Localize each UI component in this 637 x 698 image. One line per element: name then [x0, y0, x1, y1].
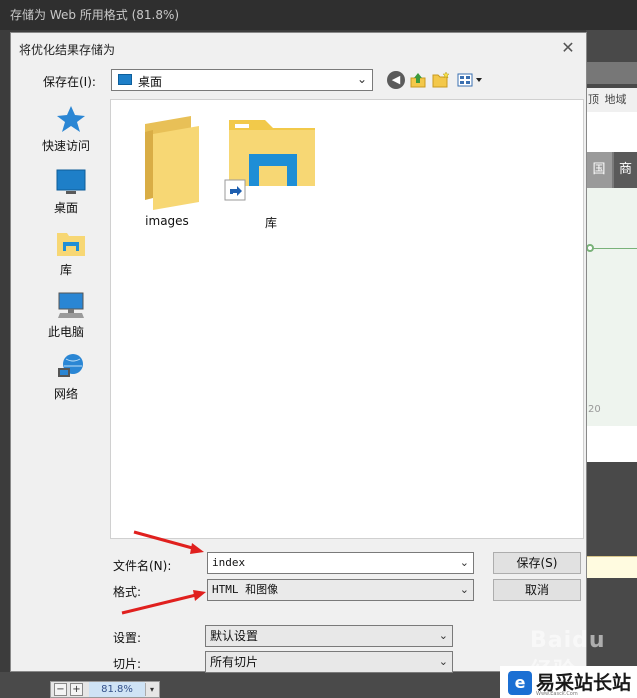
settings-value: 默认设置: [210, 629, 259, 643]
places-bar: 快速访问 桌面 库 此电脑 网络: [22, 103, 110, 533]
chevron-down-icon[interactable]: ⌄: [460, 553, 469, 573]
desktop-icon: [118, 74, 132, 85]
place-quick-access[interactable]: 快速访问: [22, 105, 110, 161]
zoom-in-button[interactable]: +: [70, 683, 83, 696]
place-label: 快速访问: [41, 139, 90, 153]
background-tab: 地域: [604, 93, 627, 106]
folder-icon: [145, 116, 199, 210]
back-icon[interactable]: ◀: [387, 71, 405, 89]
background-nav-item: 国: [586, 152, 612, 188]
site-badge: e 易采站长站 Www.Easck.Com: [500, 666, 637, 698]
up-folder-icon[interactable]: [409, 71, 427, 89]
place-label: 桌面: [53, 201, 78, 215]
place-label: 此电脑: [47, 325, 84, 339]
chevron-down-icon: ⌄: [459, 583, 469, 596]
save-dialog: 将优化结果存储为 ✕ 保存在(I): 桌面 ⌄ ◀ 快速访问 桌面 库 此电脑 …: [10, 32, 587, 673]
zoom-dropdown-icon[interactable]: ▾: [145, 683, 158, 696]
background-nav-item: 商: [614, 152, 637, 188]
filename-field[interactable]: index ⌄: [207, 552, 474, 574]
desktop-icon: [56, 167, 86, 195]
zoom-level[interactable]: 81.8%: [89, 682, 145, 697]
dialog-title: 将优化结果存储为: [19, 43, 116, 57]
site-logo-icon: e: [508, 671, 532, 695]
slices-label: 切片:: [113, 657, 142, 671]
file-name: images: [145, 214, 189, 228]
save-in-dropdown[interactable]: 桌面 ⌄: [111, 69, 373, 91]
place-desktop[interactable]: 桌面: [22, 167, 110, 223]
place-library[interactable]: 库: [22, 229, 110, 285]
zoom-control[interactable]: − + 81.8% ▾: [50, 681, 160, 698]
file-list[interactable]: images 库: [110, 99, 584, 539]
new-folder-icon[interactable]: [432, 71, 450, 89]
filename-label: 文件名(N):: [113, 559, 172, 573]
format-dropdown[interactable]: HTML 和图像 ⌄: [207, 579, 474, 601]
background-panel-header: [586, 62, 637, 84]
file-name: 库: [264, 216, 277, 230]
format-value: HTML 和图像: [212, 583, 279, 596]
format-label: 格式:: [113, 585, 142, 599]
filename-value: index: [212, 556, 246, 569]
zoom-out-button[interactable]: −: [54, 683, 67, 696]
library-icon: [224, 120, 315, 201]
slices-value: 所有切片: [210, 655, 259, 669]
background-tab: 顶: [588, 93, 599, 106]
place-label: 库: [59, 263, 72, 277]
save-button[interactable]: 保存(S): [493, 552, 581, 574]
chevron-down-icon: ⌄: [438, 629, 448, 642]
place-this-pc[interactable]: 此电脑: [22, 291, 110, 347]
site-url: Www.Easck.Com: [536, 691, 578, 697]
save-in-value: 桌面: [138, 75, 163, 89]
slices-dropdown[interactable]: 所有切片 ⌄: [205, 651, 453, 673]
background-tabs: 顶 地域: [586, 88, 637, 112]
background-strip: [586, 556, 637, 578]
place-label: 网络: [53, 387, 78, 401]
window-title: 存储为 Web 所用格式 (81.8%): [0, 0, 637, 30]
save-in-label: 保存在(I):: [43, 75, 96, 89]
chart-point: [586, 244, 594, 252]
background-chart: 20: [586, 188, 637, 426]
cancel-button[interactable]: 取消: [493, 579, 581, 601]
chart-line: [592, 248, 637, 249]
settings-dropdown[interactable]: 默认设置 ⌄: [205, 625, 453, 647]
computer-icon: [56, 291, 86, 319]
chevron-down-icon: ⌄: [438, 655, 448, 668]
background-nav: 国 商: [586, 152, 637, 188]
chevron-down-icon: ⌄: [356, 72, 367, 86]
network-icon: [56, 353, 86, 381]
close-icon[interactable]: ✕: [556, 37, 580, 59]
file-item-library[interactable]: 库: [223, 114, 319, 230]
view-menu-icon[interactable]: [457, 71, 485, 89]
library-icon: [56, 229, 86, 257]
settings-label: 设置:: [113, 631, 142, 645]
chart-label: 20: [588, 404, 601, 415]
file-item-images[interactable]: images: [119, 114, 215, 228]
place-network[interactable]: 网络: [22, 353, 110, 409]
star-icon: [56, 105, 86, 133]
